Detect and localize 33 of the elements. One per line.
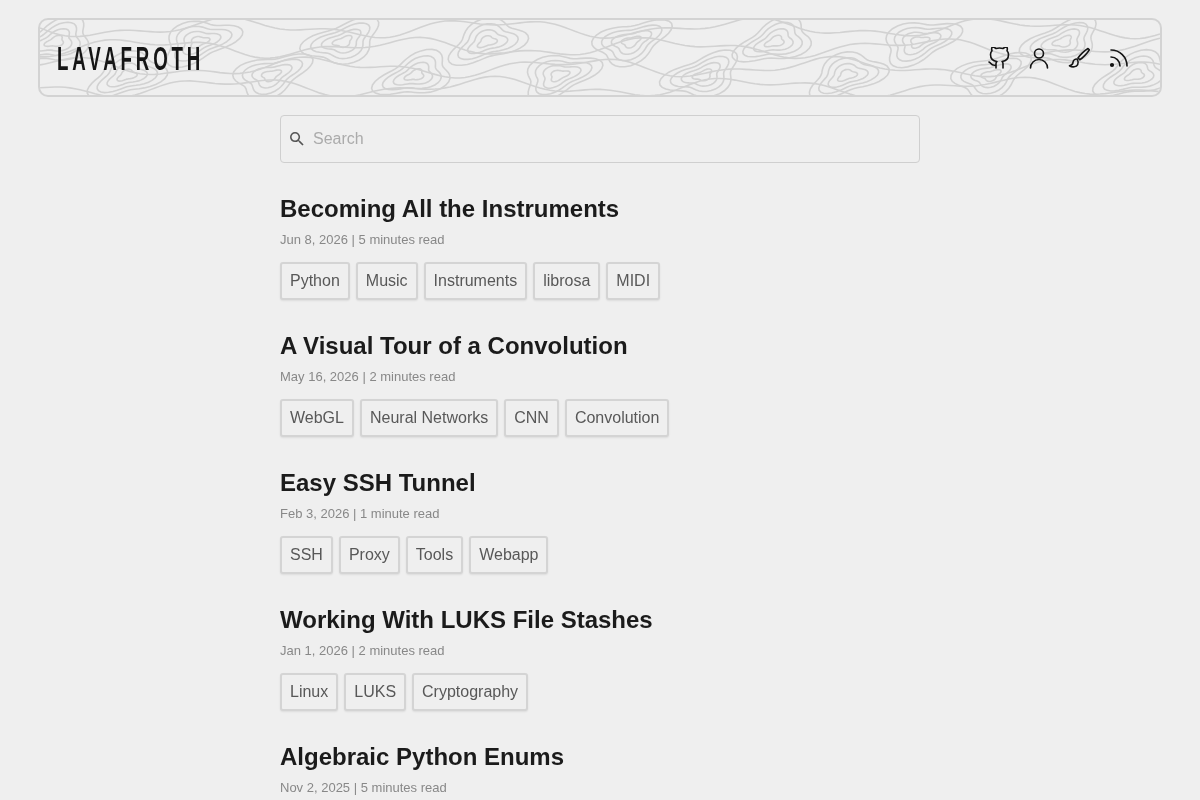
tag-link[interactable]: Neural Networks (359, 399, 499, 437)
tag-link[interactable]: MIDI (606, 262, 661, 300)
post-meta: Jan 1, 2026 | 2 minutes read (280, 642, 446, 660)
tag-link[interactable]: librosa (533, 262, 601, 300)
post-meta: Nov 2, 2025 | 5 minutes read (280, 779, 448, 797)
tag-link[interactable]: Music (355, 262, 418, 300)
tag-link[interactable]: Cryptography (412, 673, 529, 711)
post-title-link[interactable]: Working With LUKS File Stashes (280, 605, 653, 635)
tag-link[interactable]: WebGL (280, 399, 354, 437)
post-meta: May 16, 2026 | 2 minutes read (280, 368, 457, 386)
paintbrush-icon[interactable] (1068, 46, 1090, 69)
tag-link[interactable]: Convolution (564, 399, 670, 437)
github-icon[interactable] (988, 46, 1010, 69)
post-title-link[interactable]: Becoming All the Instruments (280, 194, 620, 224)
tag-link[interactable]: Instruments (423, 262, 528, 300)
tag-link[interactable]: LUKS (344, 673, 407, 711)
user-icon[interactable] (1028, 46, 1050, 69)
post-meta: Feb 3, 2026 | 1 minute read (280, 505, 441, 523)
tag-link[interactable]: SSH (280, 536, 333, 574)
rss-icon[interactable] (1108, 46, 1130, 69)
search-field[interactable]: Search (280, 115, 920, 163)
post-title-link[interactable]: A Visual Tour of a Convolution (280, 331, 628, 361)
site-logo[interactable]: LAVAFROTH (57, 40, 205, 75)
tag-link[interactable]: Proxy (338, 536, 400, 574)
search-icon (290, 132, 304, 146)
tag-link[interactable]: Webapp (469, 536, 549, 574)
tag-link[interactable]: Tools (405, 536, 464, 574)
post-title-link[interactable]: Easy SSH Tunnel (280, 468, 476, 498)
tag-link[interactable]: Linux (280, 673, 339, 711)
tag-link[interactable]: Python (280, 262, 350, 300)
post-meta: Jun 8, 2026 | 5 minutes read (280, 231, 446, 249)
post-title-link[interactable]: Algebraic Python Enums (280, 742, 565, 772)
tag-link[interactable]: CNN (504, 399, 559, 437)
